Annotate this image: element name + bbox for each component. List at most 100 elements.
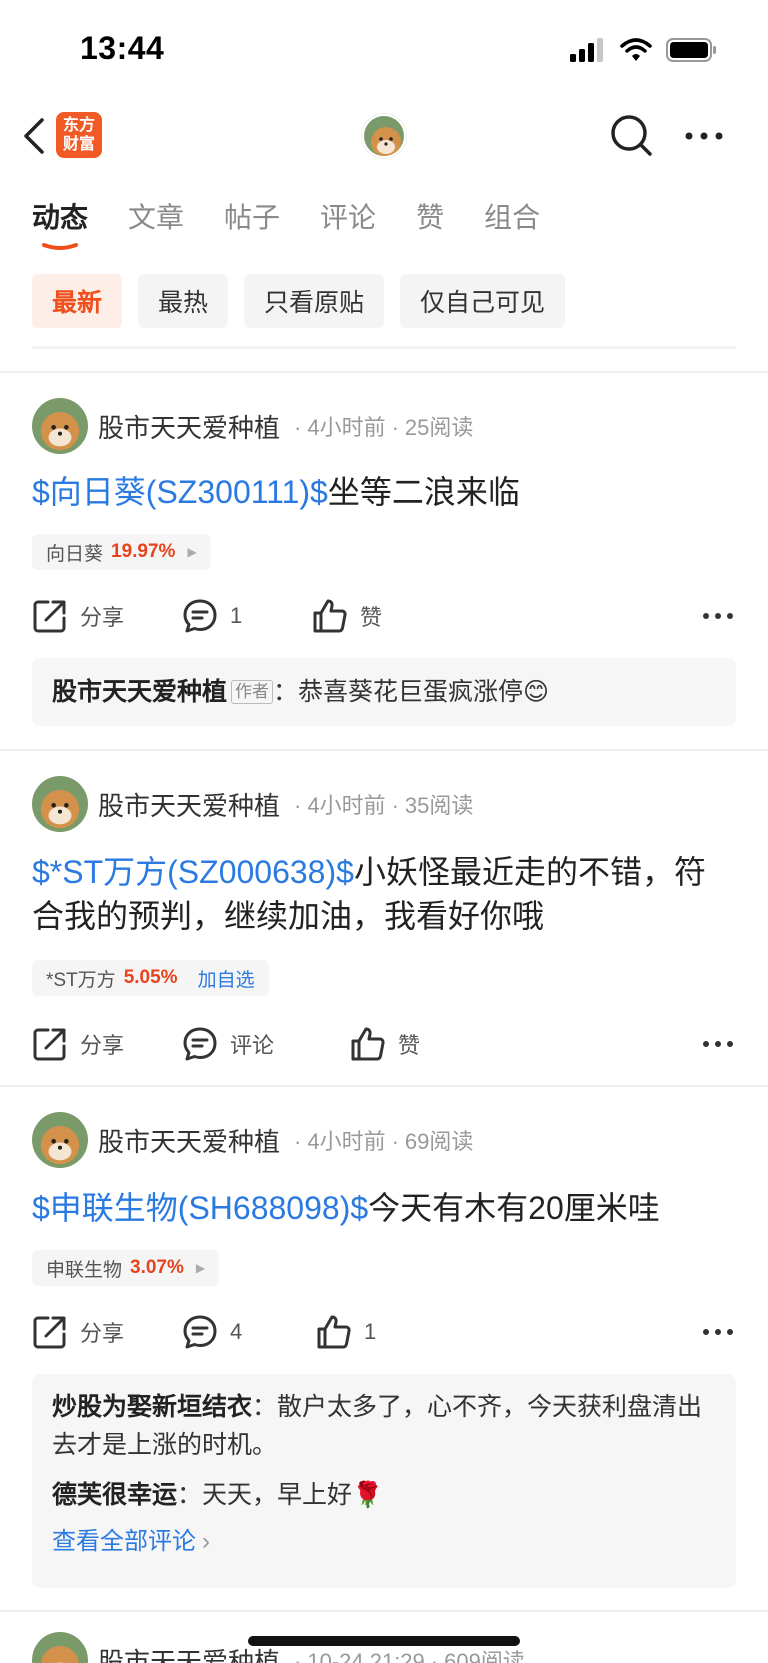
filter-latest[interactable]: 最新 xyxy=(32,274,123,328)
post-actions: 分享 1 赞 xyxy=(32,594,736,638)
stock-tag[interactable]: 申联生物 3.07% ▶ xyxy=(32,1250,220,1286)
divider xyxy=(32,346,736,349)
like-button[interactable]: 赞 xyxy=(312,594,382,638)
share-button[interactable]: 分享 xyxy=(32,594,124,638)
comment-preview[interactable]: 股市天天爱种植 作者 ：恭喜葵花巨蛋疯涨停😊 xyxy=(32,658,736,726)
status-bar: 13:44 xyxy=(0,0,768,100)
comment-item: 股市天天爱种植 作者 ：恭喜葵花巨蛋疯涨停😊 xyxy=(52,678,550,706)
comment-item: 炒股为娶新垣结衣：散户太多了，心不齐，今天获利盘清出去才是上涨的时机。 xyxy=(52,1393,703,1459)
share-button[interactable]: 分享 xyxy=(32,1022,124,1066)
tab-dynamics[interactable]: 动态 xyxy=(32,196,88,250)
home-indicator[interactable] xyxy=(248,1636,520,1646)
more-dots-icon[interactable] xyxy=(700,1030,736,1058)
post-meta: · 4小时前 · 35阅读 xyxy=(294,793,474,818)
post-reads: 25阅读 xyxy=(404,415,474,440)
post-actions: 分享 4 1 xyxy=(32,1310,736,1354)
post-card[interactable]: 股市天天爱种植 · 4小时前 · 25阅读 $向日葵(SZ300111)$坐等二浪来临… xyxy=(0,398,768,728)
see-all-comments-link[interactable]: 查看全部评论 › xyxy=(52,1522,716,1561)
stock-tag[interactable]: 向日葵 19.97% ▶ xyxy=(32,534,211,570)
comment-icon xyxy=(183,1027,217,1061)
comment-author[interactable]: 德芙很幸运 xyxy=(52,1481,177,1509)
comment-text: 恭喜葵花巨蛋疯涨停 xyxy=(298,678,524,706)
post-meta: · 4小时前 · 69阅读 xyxy=(294,1129,474,1154)
thumbs-up-icon xyxy=(317,1315,351,1349)
add-watchlist-button[interactable]: 加自选 xyxy=(198,965,255,992)
post-text[interactable]: $*ST万方(SZ000638)$小妖怪最近走的不错，符合我的预判，继续加油，我… xyxy=(32,850,732,938)
post-reads: 35阅读 xyxy=(404,793,474,818)
dog-avatar-icon xyxy=(32,1632,88,1663)
comment-button[interactable]: 4 xyxy=(182,1310,242,1354)
smile-emoji: 😊 xyxy=(523,678,550,706)
post-header: 股市天天爱种植 · 4小时前 · 25阅读 xyxy=(32,398,473,454)
author-name[interactable]: 股市天天爱种植 xyxy=(98,786,280,823)
stock-link[interactable]: $*ST万方(SZ000638)$ xyxy=(32,854,354,890)
search-icon xyxy=(611,115,652,156)
filter-private[interactable]: 仅自己可见 xyxy=(400,274,566,328)
comment-icon xyxy=(183,599,217,633)
stock-name: 向日葵 xyxy=(46,543,104,565)
post-meta: · 4小时前 · 25阅读 xyxy=(294,415,474,440)
stock-change: 19.97% xyxy=(111,541,176,562)
like-label: 赞 xyxy=(360,605,383,630)
comment-button[interactable]: 评论 xyxy=(182,1022,274,1066)
more-options-button[interactable] xyxy=(680,114,728,158)
author-badge: 作者 xyxy=(231,680,274,704)
post-time: 4小时前 xyxy=(307,415,386,440)
app-logo[interactable]: 东方 财富 xyxy=(56,112,102,158)
profile-avatar[interactable] xyxy=(362,114,406,158)
search-button[interactable] xyxy=(608,112,656,160)
share-label: 分享 xyxy=(80,1321,125,1346)
share-button[interactable]: 分享 xyxy=(32,1310,124,1354)
tab-posts[interactable]: 帖子 xyxy=(224,196,280,240)
signal-icon xyxy=(570,38,603,62)
filter-original-only[interactable]: 只看原贴 xyxy=(244,274,385,328)
filter-hot[interactable]: 最热 xyxy=(138,274,229,328)
tab-comments[interactable]: 评论 xyxy=(320,196,376,240)
stock-tag[interactable]: *ST万方 5.05% 加自选 xyxy=(32,960,269,996)
comment-icon xyxy=(183,1315,217,1349)
comment-text: 天天，早上好 xyxy=(202,1481,353,1509)
comment-author[interactable]: 炒股为娶新垣结衣 xyxy=(52,1393,252,1421)
post-text[interactable]: $向日葵(SZ300111)$坐等二浪来临 xyxy=(32,470,732,514)
filter-chips: 最新 最热 只看原贴 仅自己可见 xyxy=(32,274,566,328)
chevron-right-icon: › xyxy=(202,1528,210,1555)
back-button[interactable] xyxy=(14,114,54,158)
nav-bar: 东方 财富 xyxy=(0,104,768,168)
tab-likes[interactable]: 赞 xyxy=(416,196,444,240)
stock-link[interactable]: $向日葵(SZ300111)$ xyxy=(32,474,328,510)
author-avatar[interactable] xyxy=(32,1112,88,1168)
author-avatar[interactable] xyxy=(32,398,88,454)
comment-item: 德芙很幸运：天天，早上好🌹 xyxy=(52,1481,384,1509)
post-card[interactable]: 股市天天爱种植 · 4小时前 · 35阅读 $*ST万方(SZ000638)$小妖怪最… xyxy=(0,776,768,1076)
comment-author[interactable]: 股市天天爱种植 xyxy=(52,678,227,706)
comment-count: 1 xyxy=(230,603,243,628)
post-time: 4小时前 xyxy=(307,793,386,818)
more-dots-icon[interactable] xyxy=(700,602,736,630)
author-avatar[interactable] xyxy=(32,776,88,832)
post-text[interactable]: $申联生物(SH688098)$今天有木有20厘米哇 xyxy=(32,1186,732,1230)
logo-text-line1: 东方 xyxy=(62,117,95,134)
more-dots-icon[interactable] xyxy=(700,1318,736,1346)
stock-link[interactable]: $申联生物(SH688098)$ xyxy=(32,1190,368,1226)
like-button[interactable]: 赞 xyxy=(350,1022,420,1066)
stock-name: *ST万方 xyxy=(46,969,116,991)
post-meta: · 10-24 21:29 · 609阅读 xyxy=(288,1644,525,1663)
comment-button[interactable]: 1 xyxy=(182,594,242,638)
rose-emoji: 🌹 xyxy=(352,1481,384,1509)
author-name[interactable]: 股市天天爱种植 xyxy=(98,1122,280,1159)
tab-active-indicator xyxy=(42,243,78,250)
post-header: 股市天天爱种植 · 4小时前 · 69阅读 xyxy=(32,1112,473,1168)
post-card[interactable]: 股市天天爱种植 · 4小时前 · 69阅读 $申联生物(SH688098)$今天有木有… xyxy=(0,1112,768,1592)
divider xyxy=(0,749,768,751)
post-header: 股市天天爱种植 · 4小时前 · 35阅读 xyxy=(32,776,473,832)
thumbs-up-icon xyxy=(313,599,347,633)
dog-avatar-icon xyxy=(32,1112,88,1168)
dog-avatar-icon xyxy=(32,398,88,454)
author-avatar[interactable] xyxy=(32,1632,88,1663)
like-button[interactable]: 1 xyxy=(316,1310,376,1354)
tab-articles[interactable]: 文章 xyxy=(128,196,184,240)
tab-portfolio[interactable]: 组合 xyxy=(484,196,540,240)
author-name[interactable]: 股市天天爱种植 xyxy=(98,408,280,445)
comment-preview[interactable]: 炒股为娶新垣结衣：散户太多了，心不齐，今天获利盘清出去才是上涨的时机。 德芙很幸… xyxy=(32,1374,736,1588)
comment-count: 4 xyxy=(230,1319,243,1344)
